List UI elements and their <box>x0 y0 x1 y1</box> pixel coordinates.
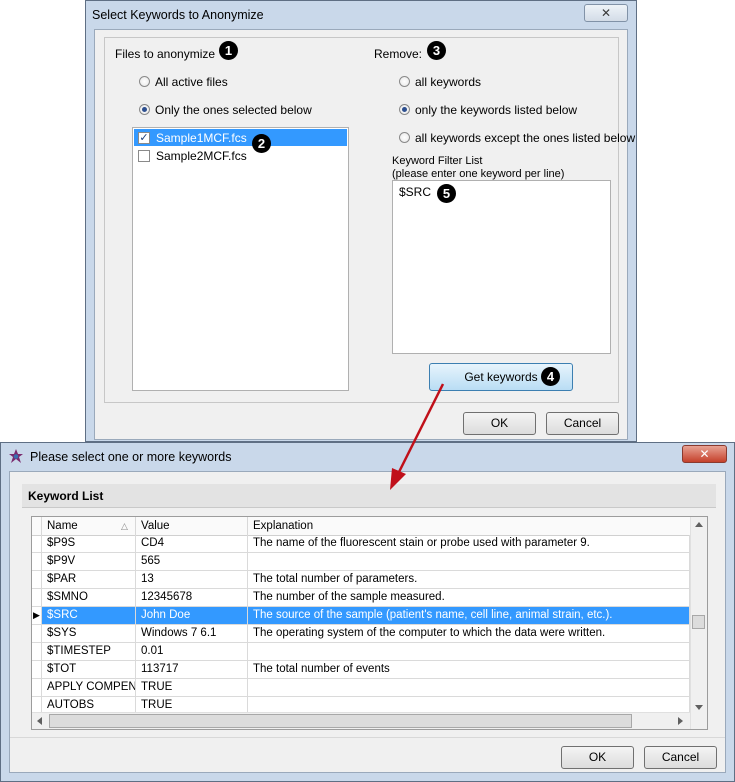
cell-value: 13 <box>136 571 248 588</box>
cell-name: $SRC <box>42 607 136 624</box>
table-row[interactable]: APPLY COMPEN... TRUE <box>32 679 690 697</box>
cell-explanation: The total number of parameters. <box>248 571 690 588</box>
table-row[interactable]: $PAR 13 The total number of parameters. <box>32 571 690 589</box>
cell-name: $SYS <box>42 625 136 642</box>
cell-value: 12345678 <box>136 589 248 606</box>
scroll-down-icon[interactable] <box>695 705 703 710</box>
select-keywords-dialog: Select Keywords to Anonymize ✕ Files to … <box>85 0 637 442</box>
all-keywords-radio[interactable] <box>399 76 410 87</box>
horizontal-scrollbar[interactable] <box>32 712 690 729</box>
cell-name: $TIMESTEP <box>42 643 136 660</box>
cell-value: John Doe <box>136 607 248 624</box>
cell-explanation: The operating system of the computer to … <box>248 625 690 642</box>
column-header-name[interactable]: Name △ <box>42 517 136 535</box>
file-checkbox-1[interactable]: ✓ <box>138 132 150 144</box>
vertical-scroll-thumb[interactable] <box>692 615 705 629</box>
cell-explanation: The total number of events <box>248 661 690 678</box>
cell-value: 565 <box>136 553 248 570</box>
callout-badge-2: 2 <box>252 134 271 153</box>
callout-badge-1: 1 <box>219 41 238 60</box>
cell-name: APPLY COMPEN... <box>42 679 136 696</box>
sort-ascending-icon: △ <box>121 521 128 531</box>
scroll-left-icon[interactable] <box>37 717 42 725</box>
cell-name: $P9S <box>42 535 136 552</box>
cell-explanation: The name of the fluorescent stain or pro… <box>248 535 690 552</box>
keyword-filter-list-hint: (please enter one keyword per line) <box>392 168 565 180</box>
cell-explanation <box>248 553 690 570</box>
get-keywords-label: Get keywords <box>464 370 538 384</box>
app-logo-icon <box>9 449 23 463</box>
all-keywords-label[interactable]: all keywords <box>415 75 481 89</box>
keyword-list-header: Keyword List <box>22 484 716 508</box>
all-except-listed-label[interactable]: all keywords except the ones listed belo… <box>415 131 635 145</box>
close-icon[interactable]: ✕ <box>682 445 727 463</box>
cell-explanation <box>248 643 690 660</box>
horizontal-scroll-thumb[interactable] <box>49 714 632 728</box>
cell-value: TRUE <box>136 679 248 696</box>
all-except-listed-radio[interactable] <box>399 132 410 143</box>
dialog-title: Select Keywords to Anonymize <box>92 8 264 22</box>
keyword-filter-textarea[interactable]: $SRC <box>392 180 611 354</box>
file-name-1[interactable]: Sample1MCF.fcs <box>156 131 247 145</box>
current-row-indicator-icon: ▶ <box>32 607 42 624</box>
dialog-client-area: Files to anonymize 1 All active files On… <box>94 29 635 440</box>
only-listed-keywords-radio[interactable] <box>399 104 410 115</box>
file-checkbox-2[interactable] <box>138 150 150 162</box>
callout-badge-3: 3 <box>427 41 446 60</box>
keyword-filter-value: $SRC <box>399 185 432 199</box>
column-name-label: Name <box>47 520 78 532</box>
selected-files-label[interactable]: Only the ones selected below <box>155 103 312 117</box>
callout-badge-5: 5 <box>437 184 456 203</box>
grid-header: Name △ Value Explanation <box>32 517 690 536</box>
all-active-files-label[interactable]: All active files <box>155 75 228 89</box>
keyword-filter-list-label: Keyword Filter List <box>392 155 483 167</box>
vertical-scrollbar[interactable] <box>690 517 707 729</box>
scroll-right-icon[interactable] <box>678 717 683 725</box>
close-icon[interactable]: ✕ <box>584 4 628 22</box>
table-row[interactable]: AUTOBS TRUE <box>32 697 690 714</box>
cell-name: $P9V <box>42 553 136 570</box>
options-area: Files to anonymize 1 All active files On… <box>104 37 635 403</box>
cancel-button[interactable]: Cancel <box>644 746 717 769</box>
file-name-2[interactable]: Sample2MCF.fcs <box>156 149 247 163</box>
column-header-explanation[interactable]: Explanation <box>248 517 690 535</box>
dialog-title: Please select one or more keywords <box>30 450 232 464</box>
cell-value: CD4 <box>136 535 248 552</box>
table-row[interactable]: $TOT 113717 The total number of events <box>32 661 690 679</box>
cell-explanation: The source of the sample (patient's name… <box>248 607 690 624</box>
only-listed-keywords-label[interactable]: only the keywords listed below <box>415 103 577 117</box>
ok-button[interactable]: OK <box>561 746 634 769</box>
remove-label: Remove: <box>374 47 423 61</box>
callout-badge-4: 4 <box>541 367 560 386</box>
file-list[interactable]: ✓ Sample1MCF.fcs Sample2MCF.fcs <box>132 127 349 391</box>
cell-value: 0.01 <box>136 643 248 660</box>
table-row[interactable]: $TIMESTEP 0.01 <box>32 643 690 661</box>
table-row[interactable]: $SYS Windows 7 6.1 The operating system … <box>32 625 690 643</box>
cell-name: $PAR <box>42 571 136 588</box>
cancel-button[interactable]: Cancel <box>546 412 619 435</box>
scroll-up-icon[interactable] <box>695 522 703 527</box>
divider <box>10 737 725 738</box>
row-indicator-header <box>32 517 42 535</box>
column-header-value[interactable]: Value <box>136 517 248 535</box>
keyword-grid[interactable]: Name △ Value Explanation $P9S CD4 The na… <box>31 516 708 730</box>
cell-name: $TOT <box>42 661 136 678</box>
ok-button[interactable]: OK <box>463 412 536 435</box>
cell-explanation <box>248 679 690 696</box>
all-active-files-radio[interactable] <box>139 76 150 87</box>
selected-files-radio[interactable] <box>139 104 150 115</box>
table-row[interactable]: $SMNO 12345678 The number of the sample … <box>32 589 690 607</box>
keyword-selection-dialog: Please select one or more keywords ✕ Key… <box>0 442 735 782</box>
files-to-anonymize-label: Files to anonymize <box>115 47 216 61</box>
table-row[interactable]: $P9V 565 <box>32 553 690 571</box>
cell-value: 113717 <box>136 661 248 678</box>
dialog-client-area: Keyword List Name △ Value Explanation $P… <box>9 471 726 773</box>
table-row[interactable]: $P9S CD4 The name of the fluorescent sta… <box>32 535 690 553</box>
cell-name: $SMNO <box>42 589 136 606</box>
table-row-selected[interactable]: ▶ $SRC John Doe The source of the sample… <box>32 607 690 625</box>
cell-value: Windows 7 6.1 <box>136 625 248 642</box>
cell-explanation: The number of the sample measured. <box>248 589 690 606</box>
